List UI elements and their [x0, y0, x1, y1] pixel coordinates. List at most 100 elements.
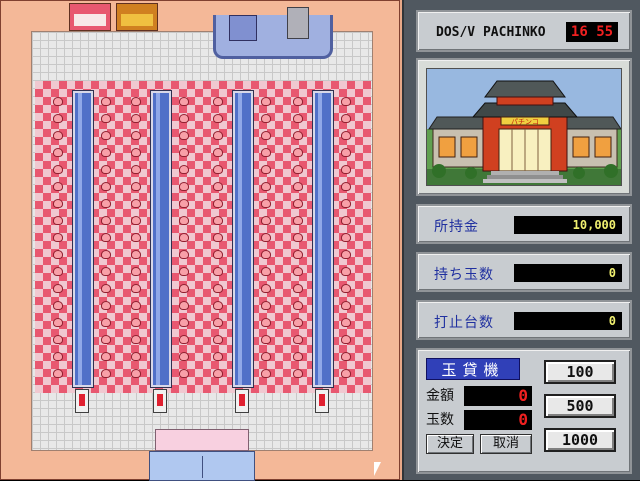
machine-row[interactable] — [150, 90, 172, 388]
machine-seat[interactable] — [293, 352, 303, 361]
machine-seat[interactable] — [101, 148, 111, 157]
machine-seat[interactable] — [131, 165, 141, 174]
machine-seat[interactable] — [101, 335, 111, 344]
machine-seat[interactable] — [53, 250, 63, 259]
machine-seat[interactable] — [341, 114, 351, 123]
machine-seat[interactable] — [341, 250, 351, 259]
cancel-button[interactable]: 取消 — [480, 434, 532, 454]
machine-seat[interactable] — [261, 352, 271, 361]
machine-seat[interactable] — [101, 114, 111, 123]
machine-seat[interactable] — [293, 301, 303, 310]
machine-seat[interactable] — [261, 182, 271, 191]
machine-seat[interactable] — [101, 301, 111, 310]
machine-seat[interactable] — [261, 233, 271, 242]
machine-seat[interactable] — [179, 284, 189, 293]
machine-seat[interactable] — [131, 199, 141, 208]
machine-seat[interactable] — [213, 369, 223, 378]
machine-seat[interactable] — [341, 284, 351, 293]
machine-seat[interactable] — [53, 369, 63, 378]
machine-seat[interactable] — [293, 233, 303, 242]
machine-seat[interactable] — [341, 352, 351, 361]
machine-seat[interactable] — [131, 114, 141, 123]
machine-seat[interactable] — [101, 352, 111, 361]
machine-seat[interactable] — [293, 114, 303, 123]
machine-seat[interactable] — [131, 318, 141, 327]
machine-seat[interactable] — [261, 114, 271, 123]
machine-seat[interactable] — [341, 182, 351, 191]
machine-seat[interactable] — [293, 284, 303, 293]
machine-seat[interactable] — [53, 318, 63, 327]
coin-500-button[interactable]: 500 — [544, 394, 616, 418]
machine-seat[interactable] — [293, 335, 303, 344]
machine-seat[interactable] — [261, 165, 271, 174]
machine-seat[interactable] — [101, 250, 111, 259]
machine-seat[interactable] — [53, 182, 63, 191]
machine-seat[interactable] — [179, 352, 189, 361]
machine-seat[interactable] — [293, 165, 303, 174]
machine-seat[interactable] — [341, 335, 351, 344]
machine-seat[interactable] — [341, 148, 351, 157]
machine-seat[interactable] — [341, 369, 351, 378]
machine-seat[interactable] — [179, 165, 189, 174]
machine-seat[interactable] — [131, 233, 141, 242]
machine-seat[interactable] — [213, 267, 223, 276]
machine-seat[interactable] — [179, 148, 189, 157]
machine-seat[interactable] — [293, 131, 303, 140]
machine-seat[interactable] — [261, 267, 271, 276]
machine-seat[interactable] — [101, 182, 111, 191]
machine-seat[interactable] — [213, 148, 223, 157]
machine-seat[interactable] — [261, 148, 271, 157]
machine-seat[interactable] — [213, 250, 223, 259]
machine-seat[interactable] — [53, 301, 63, 310]
machine-seat[interactable] — [179, 216, 189, 225]
machine-seat[interactable] — [101, 369, 111, 378]
machine-seat[interactable] — [213, 114, 223, 123]
machine-seat[interactable] — [101, 233, 111, 242]
machine-seat[interactable] — [131, 335, 141, 344]
machine-seat[interactable] — [293, 216, 303, 225]
machine-seat[interactable] — [293, 267, 303, 276]
machine-seat[interactable] — [213, 284, 223, 293]
machine-seat[interactable] — [293, 199, 303, 208]
machine-seat[interactable] — [131, 148, 141, 157]
machine-seat[interactable] — [293, 148, 303, 157]
machine-seat[interactable] — [131, 216, 141, 225]
machine-seat[interactable] — [53, 335, 63, 344]
machine-seat[interactable] — [53, 97, 63, 106]
machine-seat[interactable] — [213, 131, 223, 140]
machine-seat[interactable] — [53, 284, 63, 293]
machine-seat[interactable] — [341, 131, 351, 140]
machine-seat[interactable] — [179, 131, 189, 140]
machine-seat[interactable] — [341, 199, 351, 208]
machine-seat[interactable] — [53, 352, 63, 361]
machine-seat[interactable] — [261, 216, 271, 225]
machine-seat[interactable] — [53, 131, 63, 140]
machine-seat[interactable] — [341, 301, 351, 310]
confirm-button[interactable]: 決定 — [426, 434, 474, 454]
entrance-door[interactable] — [149, 451, 255, 481]
machine-seat[interactable] — [131, 97, 141, 106]
machine-seat[interactable] — [213, 318, 223, 327]
machine-seat[interactable] — [341, 97, 351, 106]
machine-seat[interactable] — [261, 335, 271, 344]
machine-seat[interactable] — [261, 199, 271, 208]
machine-seat[interactable] — [293, 97, 303, 106]
machine-seat[interactable] — [341, 233, 351, 242]
machine-seat[interactable] — [261, 97, 271, 106]
machine-seat[interactable] — [131, 182, 141, 191]
machine-seat[interactable] — [53, 233, 63, 242]
machine-seat[interactable] — [179, 114, 189, 123]
machine-seat[interactable] — [179, 199, 189, 208]
machine-seat[interactable] — [131, 131, 141, 140]
machine-row[interactable] — [72, 90, 94, 388]
machine-seat[interactable] — [213, 301, 223, 310]
machine-seat[interactable] — [53, 114, 63, 123]
machine-seat[interactable] — [213, 335, 223, 344]
machine-seat[interactable] — [213, 182, 223, 191]
machine-seat[interactable] — [179, 369, 189, 378]
machine-seat[interactable] — [131, 352, 141, 361]
machine-seat[interactable] — [213, 199, 223, 208]
machine-seat[interactable] — [53, 216, 63, 225]
machine-seat[interactable] — [131, 301, 141, 310]
machine-seat[interactable] — [101, 284, 111, 293]
